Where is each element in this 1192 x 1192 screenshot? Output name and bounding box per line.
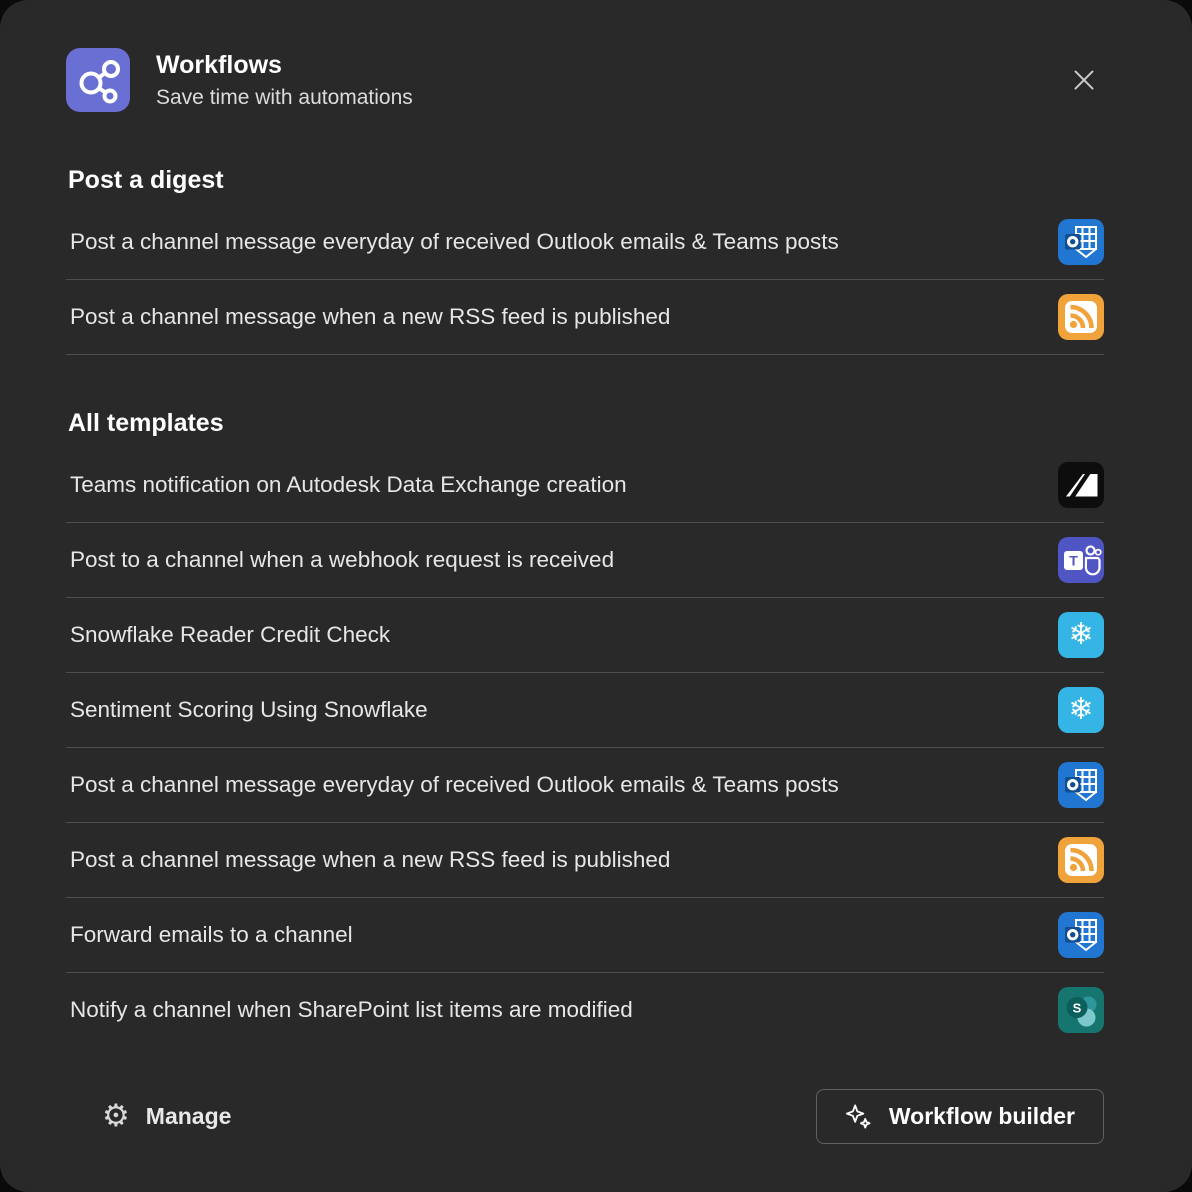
template-row-list: Post a channel message everyday of recei… <box>66 205 1104 355</box>
workflow-template-title: Post a channel message everyday of recei… <box>66 229 839 255</box>
teams-icon: T <box>1058 537 1104 583</box>
close-button[interactable] <box>1064 60 1104 100</box>
manage-button[interactable]: ⚙ Manage <box>96 1093 237 1140</box>
close-icon <box>1068 64 1100 96</box>
snowflake-icon: ❄ <box>1058 612 1104 658</box>
section-title: Post a digest <box>68 166 1104 195</box>
rss-icon <box>1058 294 1104 340</box>
workflow-template-row[interactable]: Post to a channel when a webhook request… <box>66 523 1104 598</box>
autodesk-icon <box>1058 462 1104 508</box>
workflow-template-title: Post to a channel when a webhook request… <box>66 547 614 573</box>
workflow-template-row[interactable]: Forward emails to a channel <box>66 898 1104 973</box>
outlook-icon <box>1058 912 1104 958</box>
template-sections: Post a digest Post a channel message eve… <box>66 112 1104 1047</box>
workflow-template-row[interactable]: Teams notification on Autodesk Data Exch… <box>66 448 1104 523</box>
svg-text:T: T <box>1069 553 1078 569</box>
manage-button-label: Manage <box>146 1103 232 1130</box>
workflow-builder-label: Workflow builder <box>889 1103 1075 1130</box>
dialog-header: Workflows Save time with automations <box>66 48 1104 112</box>
sparkles-icon <box>845 1103 872 1130</box>
workflow-template-title: Post a channel message everyday of recei… <box>66 772 839 798</box>
workflow-builder-button[interactable]: Workflow builder <box>816 1089 1104 1144</box>
section-title: All templates <box>68 409 1104 438</box>
workflow-template-row[interactable]: Post a channel message when a new RSS fe… <box>66 823 1104 898</box>
workflow-template-title: Teams notification on Autodesk Data Exch… <box>66 472 627 498</box>
workflow-template-title: Sentiment Scoring Using Snowflake <box>66 697 428 723</box>
workflows-app-icon <box>66 48 130 112</box>
gear-icon: ⚙ <box>102 1101 130 1132</box>
template-row-list: Teams notification on Autodesk Data Exch… <box>66 448 1104 1047</box>
workflow-template-title: Notify a channel when SharePoint list it… <box>66 997 633 1023</box>
workflow-template-title: Forward emails to a channel <box>66 922 353 948</box>
outlook-icon <box>1058 762 1104 808</box>
workflows-dialog: Workflows Save time with automations Pos… <box>0 0 1192 1192</box>
template-section: Post a digest Post a channel message eve… <box>66 166 1104 355</box>
outlook-icon <box>1058 219 1104 265</box>
workflow-template-row[interactable]: Notify a channel when SharePoint list it… <box>66 973 1104 1047</box>
snowflake-icon: ❄ <box>1058 687 1104 733</box>
dialog-footer: ⚙ Manage Workflow builder <box>66 1089 1104 1144</box>
workflow-template-title: Post a channel message when a new RSS fe… <box>66 304 670 330</box>
svg-text:S: S <box>1073 1001 1082 1016</box>
dialog-subtitle: Save time with automations <box>156 86 413 110</box>
workflow-template-row[interactable]: Snowflake Reader Credit Check ❄ <box>66 598 1104 673</box>
dialog-header-text: Workflows Save time with automations <box>156 48 413 110</box>
rss-icon <box>1058 837 1104 883</box>
template-section: All templates Teams notification on Auto… <box>66 409 1104 1047</box>
workflow-template-row[interactable]: Post a channel message everyday of recei… <box>66 748 1104 823</box>
workflow-template-row[interactable]: Post a channel message when a new RSS fe… <box>66 280 1104 355</box>
workflow-template-row[interactable]: Post a channel message everyday of recei… <box>66 205 1104 280</box>
sharepoint-icon: S <box>1058 987 1104 1033</box>
workflow-template-title: Post a channel message when a new RSS fe… <box>66 847 670 873</box>
workflow-template-title: Snowflake Reader Credit Check <box>66 622 390 648</box>
workflow-template-row[interactable]: Sentiment Scoring Using Snowflake ❄ <box>66 673 1104 748</box>
dialog-title: Workflows <box>156 50 413 80</box>
